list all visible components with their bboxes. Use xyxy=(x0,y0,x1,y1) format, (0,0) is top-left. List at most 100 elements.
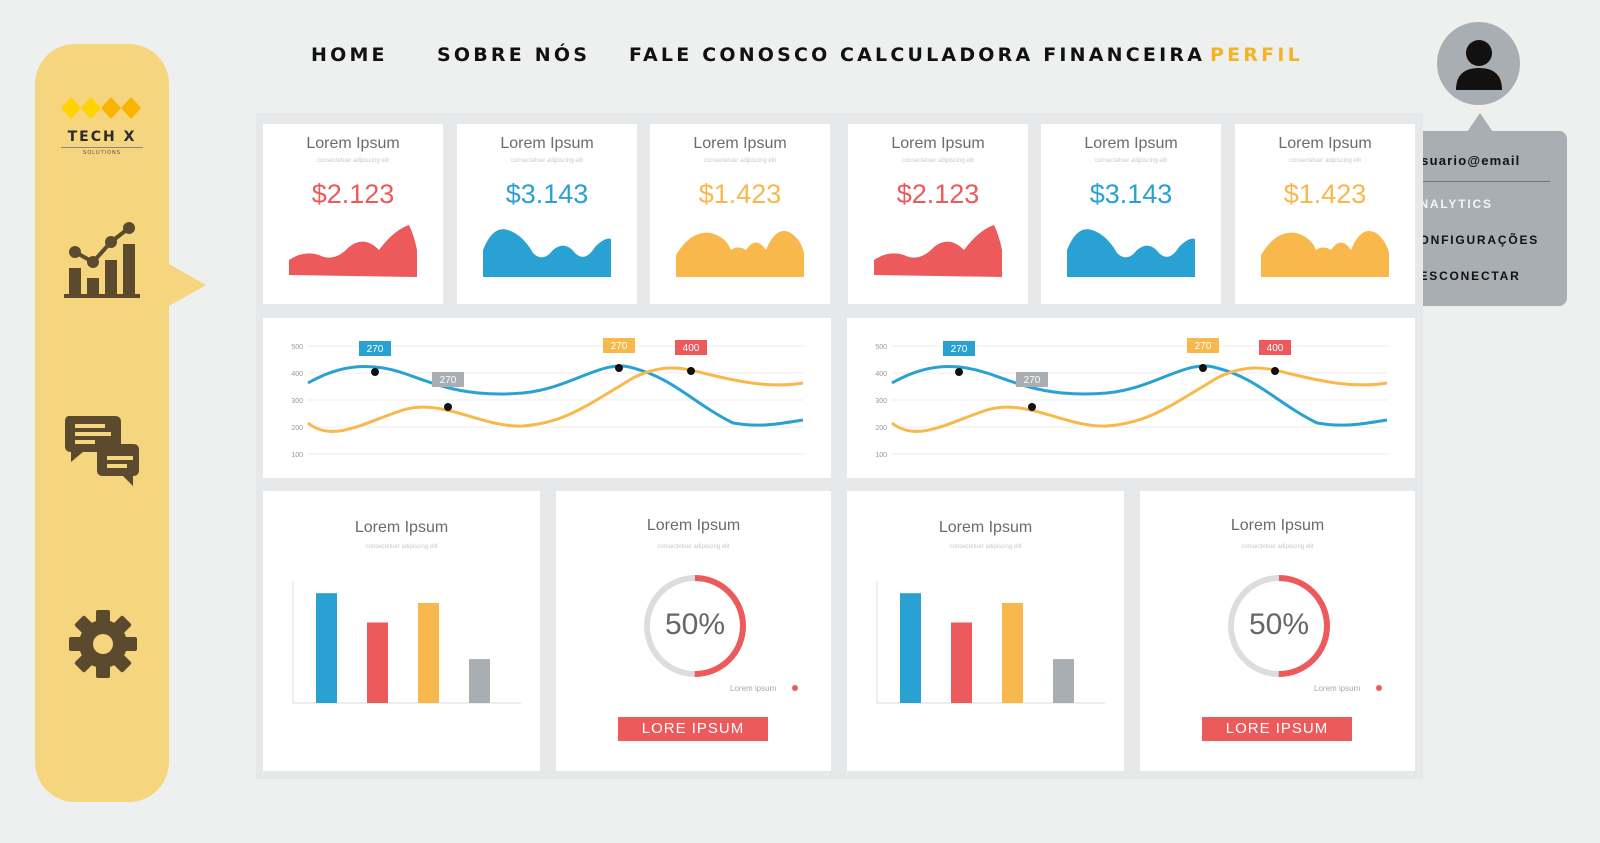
sidebar-item-messages[interactable] xyxy=(63,410,143,490)
brand-tagline: SOLUTIONS xyxy=(61,147,143,156)
line-chart: 500 400 300 200 100 270 270 270 400 xyxy=(875,338,1388,459)
area-fill xyxy=(1261,231,1389,277)
stat-area-chart xyxy=(483,229,611,277)
menu-item-configuracoes[interactable]: CONFIGURAÇÕES xyxy=(1409,233,1539,247)
bar xyxy=(316,593,337,703)
bar xyxy=(1002,602,1023,703)
menu-item-desconectar[interactable]: DESCONECTAR xyxy=(1409,269,1521,283)
callout-label: 270 xyxy=(951,344,968,355)
sidebar-item-settings[interactable] xyxy=(63,604,143,684)
user-icon xyxy=(1455,39,1502,90)
bar xyxy=(418,602,439,703)
user-avatar[interactable] xyxy=(1437,22,1520,105)
data-point xyxy=(1199,364,1207,372)
y-tick-label: 300 xyxy=(875,398,887,405)
y-tick-label: 400 xyxy=(875,371,887,378)
donut-card: Lorem Ipsum consectetuer adipiscing elit… xyxy=(556,491,831,771)
nav-home[interactable]: HOME xyxy=(311,44,388,66)
card-subtitle: consectetuer adipiscing elit xyxy=(316,158,390,164)
area-fill xyxy=(483,229,611,277)
sidebar: TECH X SOLUTIONS xyxy=(35,44,169,802)
nav-perfil[interactable]: PERFIL xyxy=(1210,44,1303,66)
callout-label: 400 xyxy=(1267,343,1284,354)
sidebar-item-analytics[interactable] xyxy=(63,220,143,300)
nav-fale-conosco[interactable]: FALE CONOSCO xyxy=(629,44,831,66)
donut-percent: 50% xyxy=(1249,608,1309,641)
stat-value: $2.123 xyxy=(311,179,395,209)
brand-name: TECH X xyxy=(67,129,137,145)
card-title: Lorem Ipsum xyxy=(354,519,449,536)
data-point xyxy=(371,368,379,376)
line-chart: 500 400 300 200 100 270 270 270 400 xyxy=(291,338,804,459)
y-tick-label: 500 xyxy=(875,344,887,351)
card-subtitle: consectetuer adipiscing elit xyxy=(657,544,730,550)
brand-logo: TECH X SOLUTIONS xyxy=(61,96,143,156)
stat-value: $1.423 xyxy=(698,179,782,209)
area-fill xyxy=(874,225,1002,277)
bar xyxy=(1053,659,1074,703)
profile-menu-arrow xyxy=(1467,113,1493,132)
line-chart-card: 500 400 300 200 100 270 270 270 400 xyxy=(847,318,1415,478)
data-point xyxy=(955,368,963,376)
stat-card: Lorem Ipsum consectetuer adipiscing elit… xyxy=(1235,124,1415,304)
y-tick-label: 200 xyxy=(875,425,887,432)
nav-calculadora-financeira[interactable]: CALCULADORA FINANCEIRA xyxy=(840,44,1205,66)
stat-area-chart xyxy=(289,225,417,277)
callout-label: 270 xyxy=(440,375,457,386)
bar xyxy=(900,593,921,703)
nav-sobre-nos[interactable]: SOBRE NÓS xyxy=(437,44,590,66)
card-subtitle: consectetuer adipiscing elit xyxy=(703,158,777,164)
card-title: Lorem Ipsum xyxy=(646,517,741,534)
card-title: Lorem Ipsum xyxy=(500,135,594,152)
stat-card: Lorem Ipsum consectetuer adipiscing elit… xyxy=(457,124,637,304)
stat-card: Lorem Ipsum consectetuer adipiscing elit… xyxy=(263,124,443,304)
y-tick-label: 400 xyxy=(291,371,303,378)
callout-label: 270 xyxy=(611,341,628,352)
stat-area-chart xyxy=(676,231,804,277)
analytics-chart-icon xyxy=(64,222,140,298)
data-point xyxy=(1271,367,1279,375)
line-chart-card: 500 400 300 200 100 270 270 270 400 xyxy=(263,318,831,478)
bar-chart-card: Lorem Ipsum consectetuer adipiscing elit xyxy=(263,491,540,771)
area-fill xyxy=(1067,229,1195,277)
card-subtitle: consectetuer adipiscing elit xyxy=(1241,544,1314,550)
y-tick-label: 100 xyxy=(875,452,887,459)
card-subtitle: consectetuer adipiscing elit xyxy=(901,158,975,164)
data-point xyxy=(615,364,623,372)
card-subtitle: consectetuer adipiscing elit xyxy=(365,544,438,550)
bar-chart-card: Lorem Ipsum consectetuer adipiscing elit xyxy=(847,491,1124,771)
donut-legend-label: Lorem ipsum xyxy=(730,684,777,693)
stat-card: Lorem Ipsum consectetuer adipiscing elit… xyxy=(650,124,830,304)
y-tick-label: 100 xyxy=(291,452,303,459)
sidebar-active-pointer xyxy=(169,264,206,306)
stat-area-chart xyxy=(1261,231,1389,277)
donut-legend-label: Lorem ipsum xyxy=(1314,684,1361,693)
stat-area-chart xyxy=(874,225,1002,277)
card-title: Lorem Ipsum xyxy=(1278,135,1372,152)
stat-value: $3.143 xyxy=(1089,179,1173,209)
y-tick-label: 500 xyxy=(291,344,303,351)
area-fill xyxy=(289,225,417,277)
callout-label: 270 xyxy=(1024,375,1041,386)
data-point xyxy=(687,367,695,375)
logo-diamonds-icon xyxy=(61,97,141,119)
card-subtitle: consectetuer adipiscing elit xyxy=(510,158,584,164)
y-tick-label: 200 xyxy=(291,425,303,432)
y-tick-label: 300 xyxy=(291,398,303,405)
profile-menu-divider xyxy=(1409,181,1550,182)
card-title: Lorem Ipsum xyxy=(938,519,1033,536)
card-title: Lorem Ipsum xyxy=(891,135,985,152)
area-fill xyxy=(676,231,804,277)
legend-dot xyxy=(1376,685,1382,691)
lore-ipsum-button[interactable]: LORE IPSUM xyxy=(618,717,768,741)
dashboard-panel: Lorem Ipsum consectetuer adipiscing elit… xyxy=(256,113,1423,779)
data-point xyxy=(444,403,452,411)
stat-area-chart xyxy=(1067,229,1195,277)
gear-icon xyxy=(69,610,137,678)
profile-email: usuario@email xyxy=(1412,153,1521,168)
bar xyxy=(951,622,972,703)
callout-label: 270 xyxy=(367,344,384,355)
card-title: Lorem Ipsum xyxy=(1084,135,1178,152)
lore-ipsum-button[interactable]: LORE IPSUM xyxy=(1202,717,1352,741)
donut-percent: 50% xyxy=(665,608,725,641)
